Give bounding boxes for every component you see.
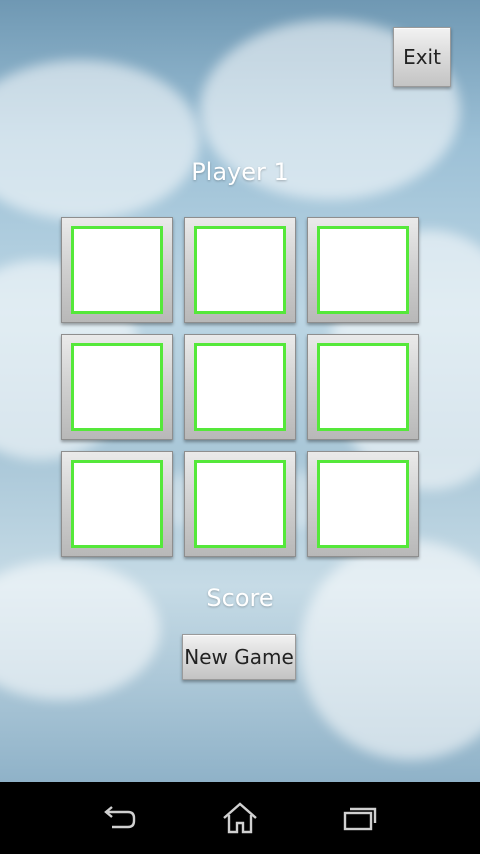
board-cell[interactable] [307, 451, 419, 557]
cell-face [317, 226, 409, 314]
exit-button[interactable]: Exit [393, 27, 451, 87]
cell-face [194, 226, 286, 314]
board-cell[interactable] [61, 334, 173, 440]
cell-face [317, 460, 409, 548]
cell-face [71, 460, 163, 548]
score-label: Score [206, 584, 274, 612]
player-label: Player 1 [191, 158, 289, 186]
system-navigation-bar [0, 782, 480, 854]
cell-face [194, 343, 286, 431]
cell-face [317, 343, 409, 431]
cell-face [71, 226, 163, 314]
cell-face [71, 343, 163, 431]
back-icon [104, 806, 136, 829]
recent-apps-icon [343, 807, 377, 831]
board-cell[interactable] [61, 217, 173, 323]
board-cell[interactable] [61, 451, 173, 557]
new-game-button[interactable]: New Game [182, 634, 296, 680]
background-cloud [300, 540, 480, 760]
recent-apps-button[interactable] [330, 796, 390, 840]
home-button[interactable] [210, 796, 270, 840]
home-icon [223, 802, 257, 834]
back-button[interactable] [90, 796, 150, 840]
game-screen: Exit Player 1 Score New Game [0, 0, 480, 782]
background-cloud [0, 560, 160, 700]
board-cell[interactable] [307, 217, 419, 323]
board-cell[interactable] [184, 334, 296, 440]
board-cell[interactable] [184, 217, 296, 323]
board-cell[interactable] [184, 451, 296, 557]
board-cell[interactable] [307, 334, 419, 440]
cell-face [194, 460, 286, 548]
background-cloud [0, 60, 200, 220]
